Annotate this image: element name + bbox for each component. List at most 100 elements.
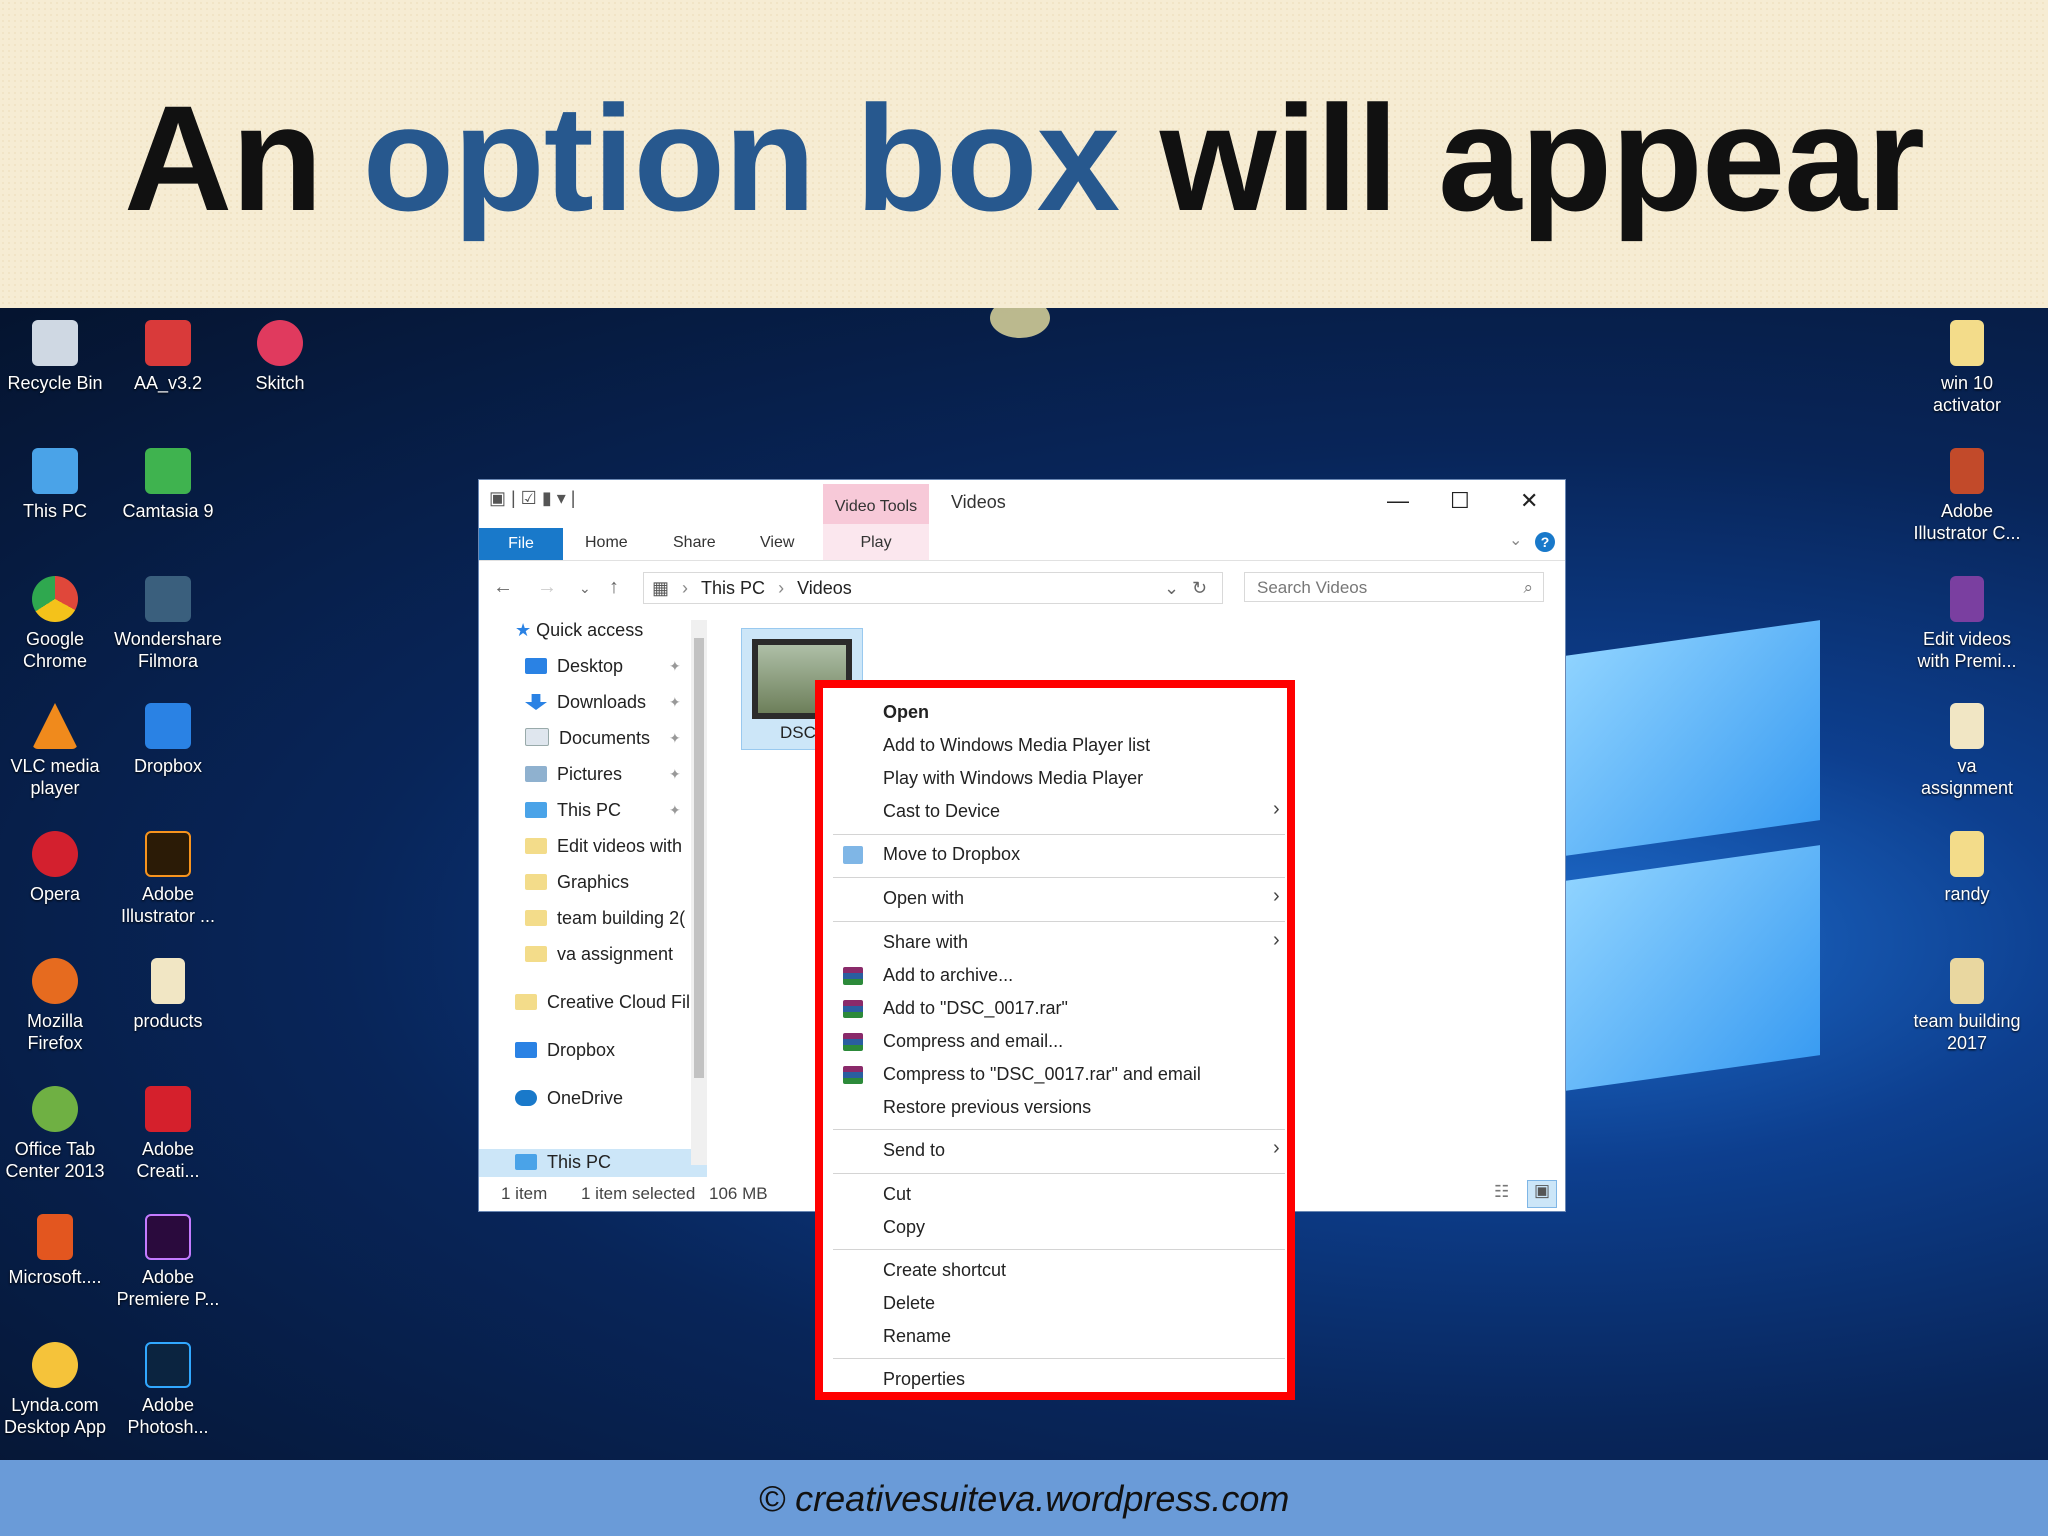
menu-cast-to-device[interactable]: Cast to Device — [883, 801, 1000, 822]
tab-share[interactable]: Share — [673, 534, 716, 552]
download-icon — [525, 694, 547, 710]
pin-icon[interactable]: ✦ — [669, 694, 681, 711]
nav-pictures[interactable]: Pictures — [525, 764, 622, 785]
forward-arrow-icon[interactable]: → — [537, 576, 557, 599]
windows-logo — [1565, 620, 1820, 1098]
desktop-icon-firefox[interactable]: Mozilla Firefox — [0, 958, 110, 1054]
help-icon[interactable]: ? — [1535, 532, 1555, 552]
menu-cut[interactable]: Cut — [883, 1184, 911, 1205]
context-menu: Open Add to Windows Media Player list Pl… — [815, 680, 1295, 1400]
desktop-icon-win10-activator[interactable]: win 10 activator — [1912, 320, 2022, 416]
refresh-icon[interactable]: ↻ — [1192, 573, 1207, 603]
desktop-icon-team-building[interactable]: team building 2017 — [1912, 958, 2022, 1054]
menu-delete[interactable]: Delete — [883, 1293, 935, 1314]
folder-icon — [1950, 958, 1984, 1004]
tab-file[interactable]: File — [479, 528, 563, 560]
menu-add-to-archive[interactable]: Add to archive... — [883, 965, 1013, 986]
ribbon-expand-icon[interactable]: ⌄ — [1509, 530, 1522, 550]
menu-open[interactable]: Open — [883, 702, 929, 723]
desktop-icon-creative-cloud[interactable]: Adobe Creati... — [113, 1086, 223, 1182]
breadcrumb-this-pc[interactable]: This PC — [701, 578, 765, 598]
address-dropdown-icon[interactable]: ⌄ — [1164, 573, 1179, 603]
menu-copy[interactable]: Copy — [883, 1217, 925, 1238]
desktop-icon-photoshop[interactable]: Adobe Photosh... — [113, 1342, 223, 1438]
desktop-icon-illustrator[interactable]: Adobe Illustrator ... — [113, 831, 223, 927]
desktop-icon-premiere[interactable]: Adobe Premiere P... — [113, 1214, 223, 1310]
menu-open-with[interactable]: Open with — [883, 888, 964, 909]
desktop-icon-vlc[interactable]: VLC media player — [0, 703, 110, 799]
desktop-icon-edit-videos[interactable]: Edit videos with Premi... — [1912, 576, 2022, 672]
video-tools-context-tab: Video Tools — [823, 484, 929, 528]
nav-this-pc[interactable]: This PC — [515, 1152, 611, 1173]
nav-edit-videos[interactable]: Edit videos with — [525, 836, 682, 857]
desktop-icon-filmora[interactable]: Wondershare Filmora — [113, 576, 223, 672]
large-icons-view-icon[interactable]: ▣ — [1527, 1180, 1557, 1208]
nav-team-building[interactable]: team building 2( — [525, 908, 685, 929]
desktop-icon-this-pc[interactable]: This PC — [0, 448, 110, 522]
folder-icon — [525, 946, 547, 962]
menu-add-to-rar[interactable]: Add to "DSC_0017.rar" — [883, 998, 1068, 1019]
menu-compress-rar-email[interactable]: Compress to "DSC_0017.rar" and email — [883, 1064, 1201, 1085]
nav-documents[interactable]: Documents — [525, 728, 650, 749]
nav-this-pc-pinned[interactable]: This PC — [525, 800, 621, 821]
desktop-icon-va-assignment[interactable]: va assignment — [1912, 703, 2022, 799]
dropbox-icon — [145, 703, 191, 749]
desktop-icon-recycle-bin[interactable]: Recycle Bin — [0, 320, 110, 394]
menu-share-with[interactable]: Share with — [883, 932, 968, 953]
documents-icon — [525, 728, 549, 746]
nav-desktop[interactable]: Desktop — [525, 656, 623, 677]
up-arrow-icon[interactable]: ↑ — [609, 576, 619, 599]
search-input[interactable]: Search Videos ⌕ — [1244, 572, 1544, 602]
menu-play-wmp[interactable]: Play with Windows Media Player — [883, 768, 1143, 789]
close-button[interactable]: ✕ — [1520, 488, 1538, 514]
menu-rename[interactable]: Rename — [883, 1326, 951, 1347]
menu-send-to[interactable]: Send to — [883, 1140, 945, 1161]
address-bar[interactable]: ▦ › This PC › Videos ⌄ ↻ — [643, 572, 1223, 604]
recent-locations-icon[interactable]: ⌄ — [579, 580, 591, 597]
pin-icon[interactable]: ✦ — [669, 802, 681, 819]
pin-icon[interactable]: ✦ — [669, 730, 681, 747]
office-icon — [37, 1214, 73, 1260]
desktop-icon-lynda[interactable]: Lynda.com Desktop App — [0, 1342, 110, 1438]
tab-play[interactable]: Play — [823, 524, 929, 560]
window-title: Videos — [951, 492, 1006, 512]
desktop-icon-microsoft[interactable]: Microsoft.... — [0, 1214, 110, 1288]
pin-icon[interactable]: ✦ — [669, 658, 681, 675]
desktop-icon-randy[interactable]: randy — [1912, 831, 2022, 905]
nav-va-assignment[interactable]: va assignment — [525, 944, 673, 965]
status-item-count: 1 item — [501, 1184, 548, 1203]
nav-downloads[interactable]: Downloads — [525, 692, 646, 713]
dropbox-icon — [515, 1042, 537, 1058]
quick-access-toolbar[interactable]: ▣ | ☑ ▮ ▾ | — [489, 488, 575, 509]
desktop-icon-skitch[interactable]: Skitch — [225, 320, 335, 394]
menu-restore-previous[interactable]: Restore previous versions — [883, 1097, 1091, 1118]
desktop-icon-camtasia[interactable]: Camtasia 9 — [113, 448, 223, 522]
desktop-icon-chrome[interactable]: Google Chrome — [0, 576, 110, 672]
details-view-icon[interactable]: ☷ — [1494, 1182, 1509, 1202]
nav-onedrive[interactable]: OneDrive — [515, 1088, 623, 1109]
desktop-icon-office-tab[interactable]: Office Tab Center 2013 — [0, 1086, 110, 1182]
menu-add-wmp-list[interactable]: Add to Windows Media Player list — [883, 735, 1150, 756]
desktop-icon-aa[interactable]: AA_v3.2 — [113, 320, 223, 394]
desktop-icon-dropbox[interactable]: Dropbox — [113, 703, 223, 777]
menu-properties[interactable]: Properties — [883, 1369, 965, 1390]
nav-dropbox[interactable]: Dropbox — [515, 1040, 615, 1061]
maximize-button[interactable]: ☐ — [1450, 488, 1470, 514]
desktop-icon-opera[interactable]: Opera — [0, 831, 110, 905]
desktop-icon-adobe-illustrator-book[interactable]: Adobe Illustrator C... — [1912, 448, 2022, 544]
pin-icon[interactable]: ✦ — [669, 766, 681, 783]
tab-view[interactable]: View — [760, 534, 794, 552]
desktop-icon-products[interactable]: products — [113, 958, 223, 1032]
tab-home[interactable]: Home — [585, 534, 628, 552]
nav-scrollbar[interactable] — [691, 620, 707, 1165]
scrollbar-thumb[interactable] — [694, 638, 704, 1078]
menu-move-to-dropbox[interactable]: Move to Dropbox — [883, 844, 1020, 865]
breadcrumb-videos[interactable]: Videos — [797, 578, 852, 598]
menu-compress-email[interactable]: Compress and email... — [883, 1031, 1063, 1052]
nav-quick-access[interactable]: ★ Quick access — [515, 620, 643, 641]
nav-graphics[interactable]: Graphics — [525, 872, 629, 893]
menu-create-shortcut[interactable]: Create shortcut — [883, 1260, 1006, 1281]
minimize-button[interactable]: — — [1387, 488, 1409, 514]
back-arrow-icon[interactable]: ← — [493, 576, 513, 599]
nav-creative-cloud[interactable]: Creative Cloud Fil — [515, 992, 690, 1013]
